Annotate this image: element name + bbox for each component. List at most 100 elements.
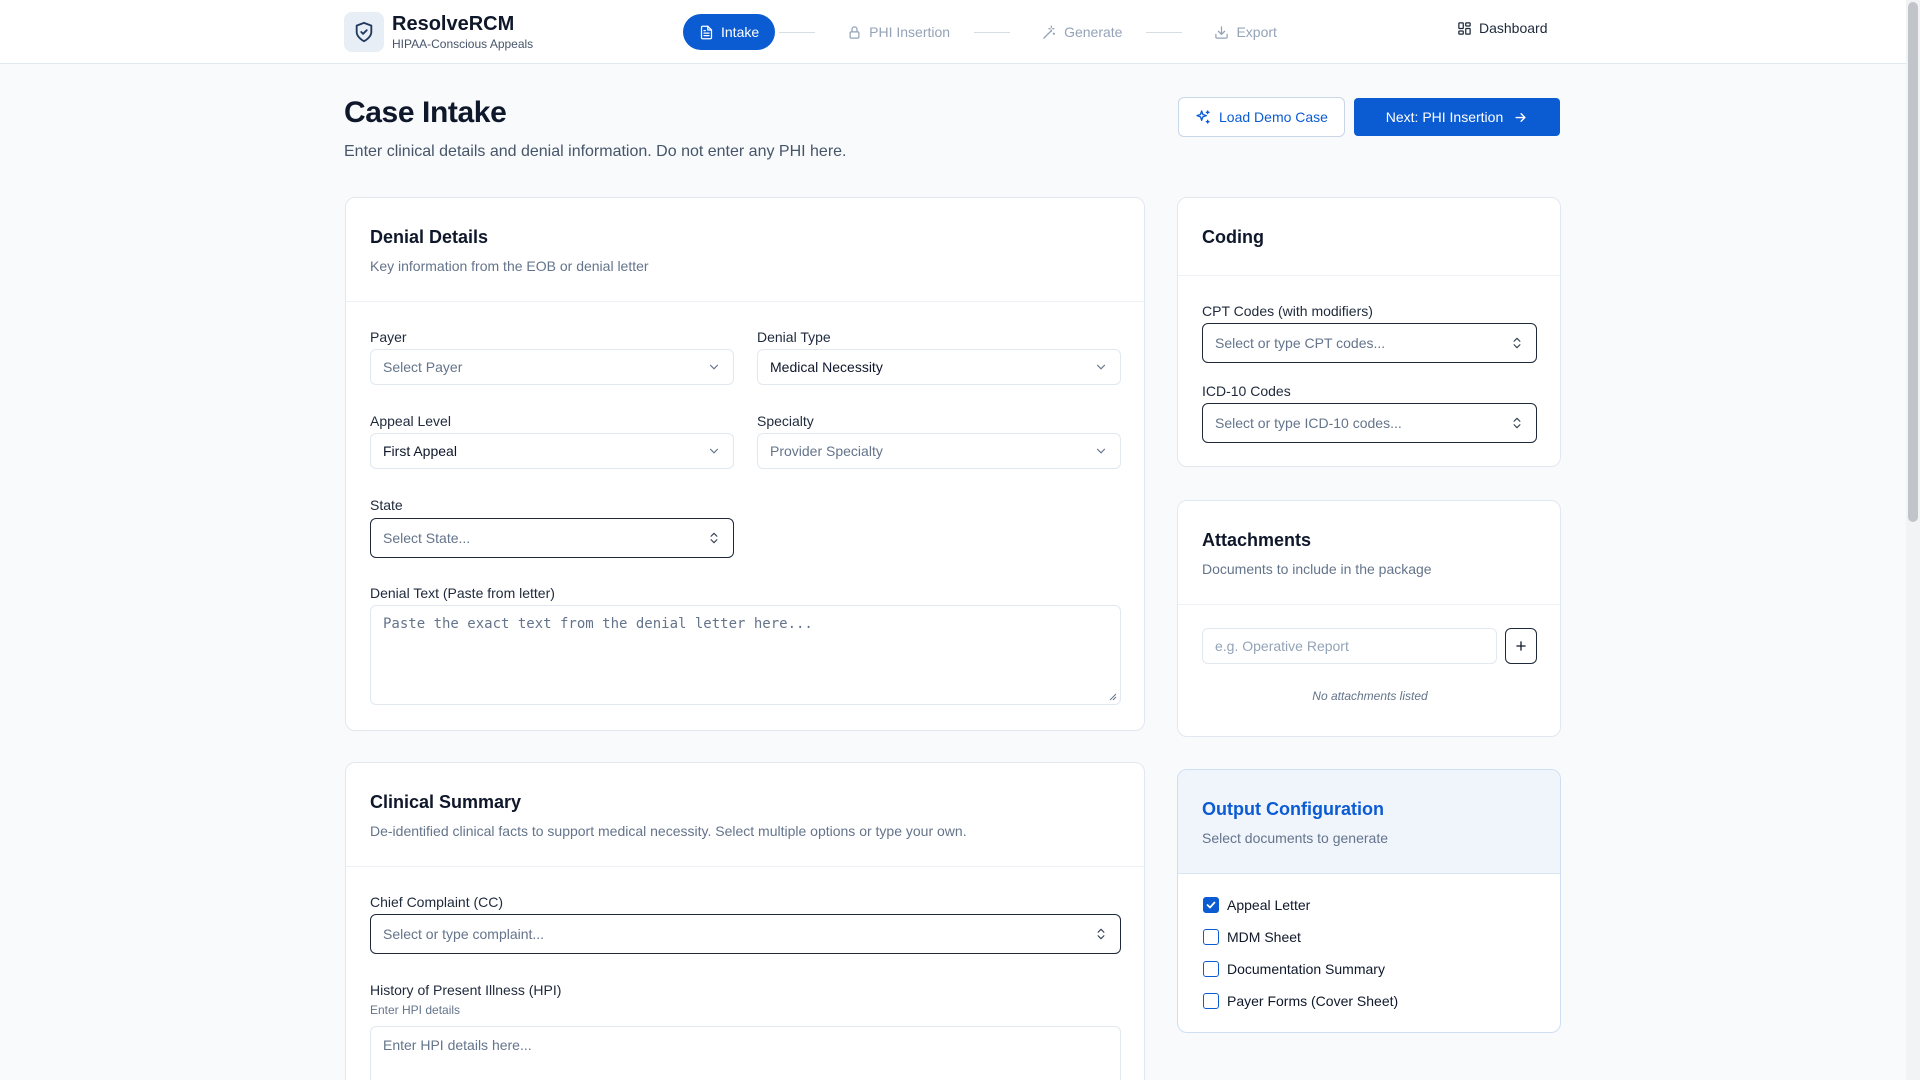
specialty-label: Specialty — [757, 413, 814, 429]
next-phi-insertion-button[interactable]: Next: PHI Insertion — [1354, 98, 1560, 136]
step-export[interactable]: Export — [1198, 14, 1292, 50]
checkbox-unchecked[interactable] — [1203, 993, 1219, 1009]
chief-complaint-placeholder: Select or type complaint... — [383, 926, 545, 942]
step-connector — [974, 31, 1011, 33]
appeal-level-select[interactable]: First Appeal — [370, 433, 734, 469]
payer-select[interactable]: Select Payer — [370, 349, 734, 385]
chevrons-up-down-icon — [1513, 417, 1521, 429]
brand[interactable]: ResolveRCM HIPAA-Conscious Appeals — [344, 12, 533, 52]
card-description: Select documents to generate — [1202, 830, 1389, 846]
add-attachment-button[interactable] — [1505, 628, 1537, 664]
card-title: Denial Details — [370, 227, 489, 247]
denial-text-label: Denial Text (Paste from letter) — [370, 585, 555, 601]
chevrons-up-down-icon — [1097, 928, 1105, 940]
hpi-placeholder: Enter HPI details here... — [383, 1037, 532, 1053]
hpi-hint: Enter HPI details — [370, 1003, 461, 1017]
arrow-right-icon — [1515, 112, 1526, 122]
chevron-down-icon — [1096, 364, 1106, 370]
attachments-card: Attachments Documents to include in the … — [1177, 500, 1561, 737]
dashboard-grid-icon — [1458, 21, 1471, 35]
shield-check-icon — [344, 12, 384, 52]
chevron-down-icon — [709, 364, 719, 370]
specialty-select[interactable]: Provider Specialty — [757, 433, 1121, 469]
step-phi-insertion[interactable]: PHI Insertion — [831, 14, 966, 50]
icd10-codes-placeholder: Select or type ICD-10 codes... — [1215, 415, 1402, 431]
payer-placeholder: Select Payer — [383, 359, 463, 375]
hpi-label: History of Present Illness (HPI) — [370, 982, 562, 998]
cpt-codes-placeholder: Select or type CPT codes... — [1215, 335, 1386, 351]
load-demo-case-button[interactable]: Load Demo Case — [1178, 97, 1345, 137]
download-icon — [1215, 25, 1229, 39]
checkbox-checked[interactable] — [1203, 897, 1219, 913]
step-label: PHI Insertion — [869, 24, 951, 40]
denial-text-textarea[interactable]: Paste the exact text from the denial let… — [370, 605, 1121, 705]
checkbox-unchecked[interactable] — [1203, 961, 1219, 977]
payer-label: Payer — [370, 329, 407, 345]
no-attachments-text: No attachments listed — [1312, 689, 1428, 703]
option-label: Appeal Letter — [1227, 897, 1311, 913]
card-title: Coding — [1202, 227, 1264, 247]
output-configuration-card: Output Configuration Select documents to… — [1177, 769, 1561, 1033]
step-generate[interactable]: Generate — [1026, 14, 1138, 50]
option-mdm-sheet[interactable]: MDM Sheet — [1203, 929, 1301, 945]
coding-card: Coding CPT Codes (with modifiers) Select… — [1177, 197, 1561, 467]
document-icon — [700, 25, 713, 39]
state-label: State — [370, 497, 403, 513]
checkbox-unchecked[interactable] — [1203, 929, 1219, 945]
attachment-name-input[interactable]: e.g. Operative Report — [1202, 628, 1497, 664]
chief-complaint-label: Chief Complaint (CC) — [370, 894, 504, 910]
denial-details-card: Denial Details Key information from the … — [345, 197, 1145, 731]
appeal-level-label: Appeal Level — [370, 413, 451, 429]
load-demo-case-label: Load Demo Case — [1219, 109, 1328, 125]
specialty-placeholder: Provider Specialty — [770, 443, 883, 459]
option-label: Payer Forms (Cover Sheet) — [1227, 993, 1399, 1009]
page-subtitle: Enter clinical details and denial inform… — [344, 143, 847, 160]
denial-text-placeholder: Paste the exact text from the denial let… — [383, 616, 813, 632]
denial-type-select[interactable]: Medical Necessity — [757, 349, 1121, 385]
card-title: Attachments — [1202, 530, 1312, 550]
icd10-codes-combobox[interactable]: Select or type ICD-10 codes... — [1202, 403, 1537, 443]
card-title: Clinical Summary — [370, 792, 522, 812]
card-description: Key information from the EOB or denial l… — [370, 258, 649, 274]
plus-icon — [1516, 641, 1526, 651]
cpt-codes-combobox[interactable]: Select or type CPT codes... — [1202, 323, 1537, 363]
option-label: MDM Sheet — [1227, 929, 1301, 945]
step-connector — [1146, 31, 1183, 33]
workflow-stepper: Intake PHI Insertion Generate Export — [683, 14, 1293, 50]
step-label: Intake — [721, 24, 760, 40]
chevrons-up-down-icon — [1513, 337, 1521, 349]
chevron-down-icon — [1096, 448, 1106, 454]
state-combobox[interactable]: Select State... — [370, 518, 734, 558]
chief-complaint-combobox[interactable]: Select or type complaint... — [370, 914, 1121, 954]
icd10-codes-label: ICD-10 Codes — [1202, 383, 1291, 399]
denial-type-value: Medical Necessity — [770, 359, 883, 375]
step-label: Generate — [1064, 24, 1123, 40]
attachment-input-placeholder: e.g. Operative Report — [1215, 638, 1349, 654]
denial-type-label: Denial Type — [757, 329, 831, 345]
chevron-down-icon — [709, 448, 719, 454]
dashboard-button[interactable]: Dashboard — [1457, 20, 1548, 36]
dashboard-label: Dashboard — [1479, 20, 1548, 36]
hpi-textarea[interactable]: Enter HPI details here... — [370, 1026, 1121, 1080]
resize-handle-icon[interactable] — [1109, 693, 1117, 701]
option-documentation-summary[interactable]: Documentation Summary — [1203, 961, 1385, 977]
appeal-level-value: First Appeal — [383, 443, 457, 459]
step-intake[interactable]: Intake — [683, 14, 776, 50]
cpt-codes-label: CPT Codes (with modifiers) — [1202, 303, 1373, 319]
magic-wand-icon — [1043, 25, 1056, 39]
page-title: Case Intake — [344, 96, 507, 129]
step-label: Export — [1236, 24, 1277, 40]
brand-name: ResolveRCM — [392, 13, 515, 35]
card-description: De-identified clinical facts to support … — [370, 823, 967, 839]
option-payer-forms[interactable]: Payer Forms (Cover Sheet) — [1203, 993, 1398, 1009]
clinical-summary-card: Clinical Summary De-identified clinical … — [345, 762, 1145, 1080]
page-scrollbar-thumb[interactable] — [1908, 2, 1918, 522]
next-button-label: Next: PHI Insertion — [1385, 109, 1504, 125]
check-icon — [1206, 901, 1216, 909]
card-title: Output Configuration — [1202, 799, 1384, 819]
option-appeal-letter[interactable]: Appeal Letter — [1203, 897, 1310, 913]
card-description: Documents to include in the package — [1202, 561, 1432, 577]
top-navigation-bar: ResolveRCM HIPAA-Conscious Appeals Intak… — [0, 0, 1906, 64]
chevrons-up-down-icon — [710, 532, 718, 544]
option-label: Documentation Summary — [1227, 961, 1385, 977]
